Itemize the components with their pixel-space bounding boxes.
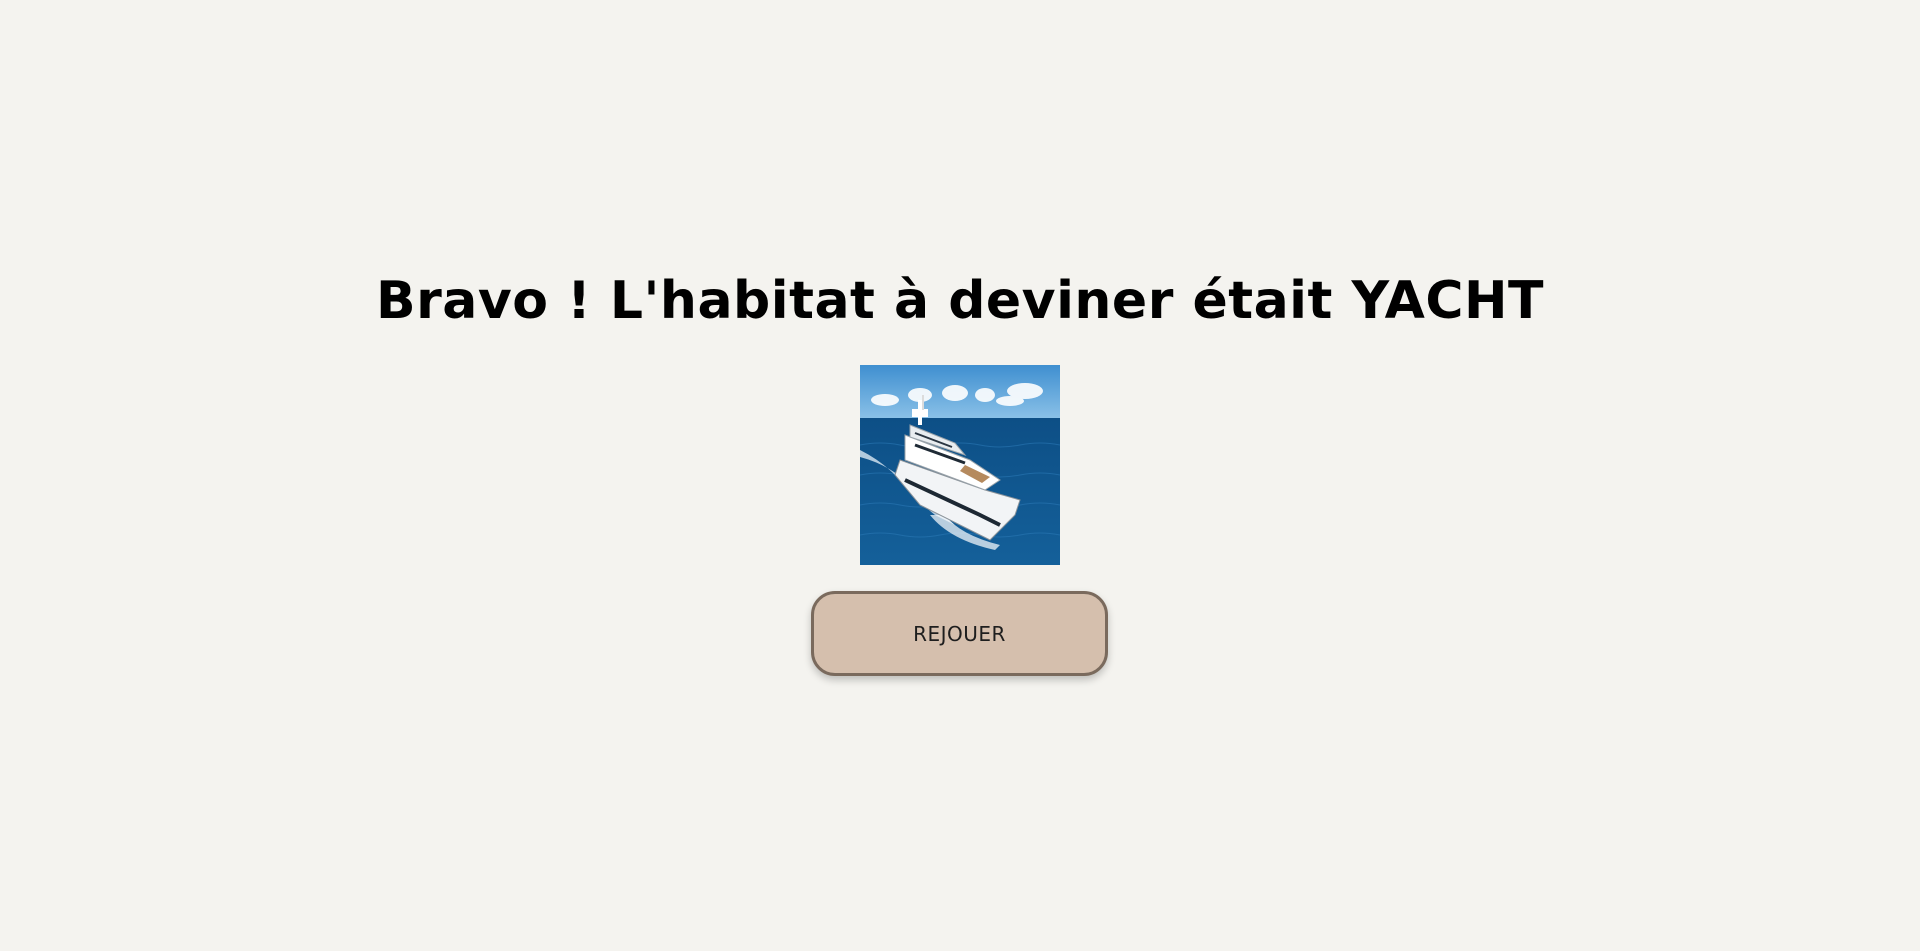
replay-button[interactable]: REJOUER xyxy=(811,591,1108,676)
replay-button-label: REJOUER xyxy=(913,621,1006,646)
result-title: Bravo ! L'habitat à deviner était YACHT xyxy=(375,271,1545,331)
result-page: Bravo ! L'habitat à deviner était YACHT xyxy=(0,0,1920,951)
yacht-image xyxy=(860,365,1060,565)
yacht-illustration xyxy=(860,365,1060,565)
